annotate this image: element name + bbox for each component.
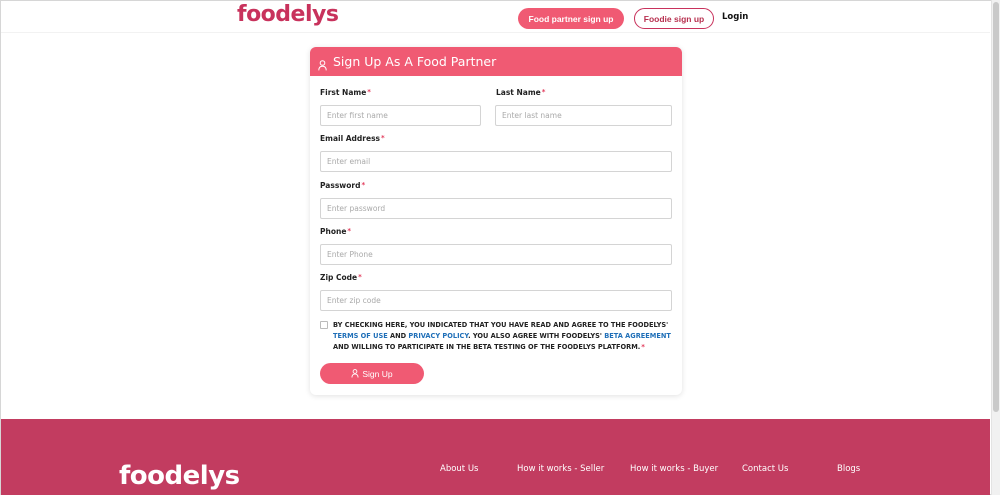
scrollbar-thumb[interactable]: [993, 2, 999, 412]
terms-text: BY CHECKING HERE, YOU INDICATED THAT YOU…: [333, 321, 671, 351]
user-icon: [318, 56, 327, 71]
terms-checkbox[interactable]: [320, 321, 328, 329]
first-name-input[interactable]: [320, 105, 481, 126]
last-name-input[interactable]: [495, 105, 672, 126]
form-title: Sign Up As A Food Partner: [333, 54, 497, 69]
site-footer: foodelys About Us How it works - Seller …: [1, 419, 990, 495]
terms-of-use-link[interactable]: TERMS OF USE: [333, 332, 388, 340]
last-name-label: Last Name*: [496, 88, 546, 97]
password-label: Password*: [320, 181, 366, 190]
email-input[interactable]: [320, 151, 672, 172]
beta-agreement-link[interactable]: BETA AGREEMENT: [604, 332, 671, 340]
phone-label: Phone*: [320, 227, 352, 236]
phone-input[interactable]: [320, 244, 672, 265]
footer-link-about-us[interactable]: About Us: [440, 464, 478, 474]
footer-link-blogs[interactable]: Blogs: [837, 464, 860, 474]
site-header: [1, 1, 990, 33]
first-name-label: First Name*: [320, 88, 371, 97]
email-label: Email Address*: [320, 134, 385, 143]
sign-up-button-label: Sign Up: [362, 368, 393, 379]
zip-code-label: Zip Code*: [320, 273, 362, 282]
footer-link-how-it-works-buyer[interactable]: How it works - Buyer: [630, 464, 718, 474]
footer-link-how-it-works-seller[interactable]: How it works - Seller: [517, 464, 604, 474]
page-scrollbar[interactable]: [991, 0, 1000, 495]
user-icon: [351, 369, 359, 378]
site-logo[interactable]: foodelys: [237, 2, 339, 27]
privacy-policy-link[interactable]: PRIVACY POLICY: [408, 332, 468, 340]
food-partner-signup-button[interactable]: Food partner sign up: [518, 8, 624, 29]
sign-up-button[interactable]: Sign Up: [320, 363, 424, 384]
zip-code-input[interactable]: [320, 290, 672, 311]
footer-logo[interactable]: foodelys: [119, 461, 240, 491]
foodie-signup-button[interactable]: Foodie sign up: [634, 8, 714, 29]
form-header: Sign Up As A Food Partner: [310, 47, 682, 76]
password-input[interactable]: [320, 198, 672, 219]
login-link[interactable]: Login: [722, 12, 748, 22]
footer-link-contact-us[interactable]: Contact Us: [742, 464, 788, 474]
